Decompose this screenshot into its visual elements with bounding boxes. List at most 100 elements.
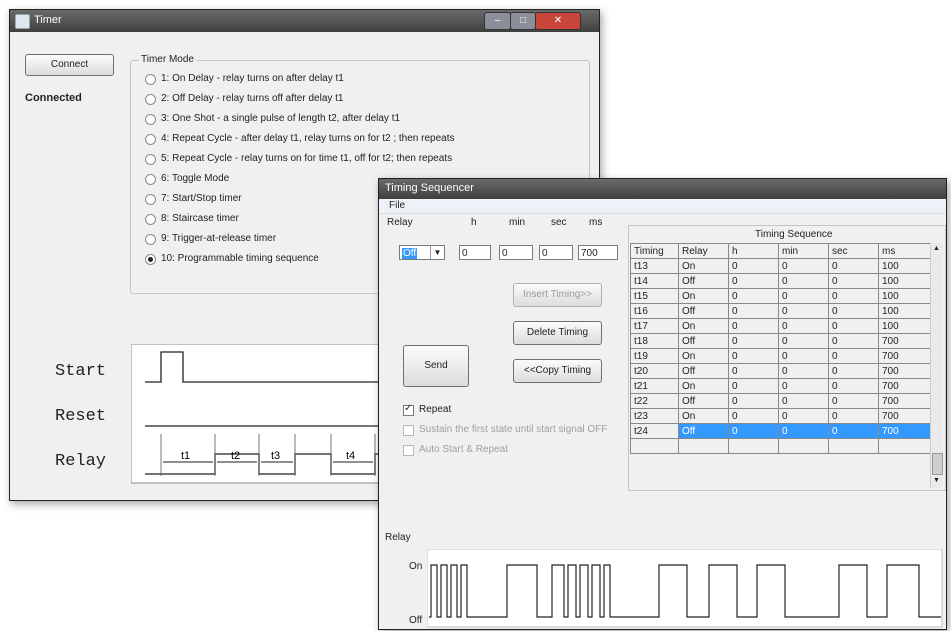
table-row[interactable]: t22 Off 0 0 0 700: [630, 393, 931, 409]
empty-cell[interactable]: [828, 438, 879, 454]
radio-button[interactable]: [145, 254, 156, 265]
table-row[interactable]: t18 Off 0 0 0 700: [630, 333, 931, 349]
table-cell[interactable]: On: [678, 378, 729, 394]
table-cell[interactable]: Off: [678, 393, 729, 409]
table-cell[interactable]: 100: [878, 318, 931, 334]
table-cell[interactable]: 0: [778, 318, 829, 334]
min-field[interactable]: 0: [499, 245, 533, 260]
table-cell[interactable]: 0: [828, 348, 879, 364]
row-header[interactable]: t17: [630, 318, 679, 334]
table-cell[interactable]: 700: [878, 363, 931, 379]
row-header[interactable]: t20: [630, 363, 679, 379]
sustain-checkbox[interactable]: [403, 425, 414, 436]
table-cell[interactable]: 100: [878, 303, 931, 319]
table-cell[interactable]: 0: [728, 423, 779, 439]
row-header[interactable]: t14: [630, 273, 679, 289]
table-cell[interactable]: 0: [828, 363, 879, 379]
table-cell[interactable]: 0: [828, 333, 879, 349]
radio-button[interactable]: [145, 174, 156, 185]
table-cell[interactable]: 0: [728, 363, 779, 379]
empty-cell[interactable]: [630, 438, 679, 454]
table-cell[interactable]: 0: [778, 363, 829, 379]
minimize-icon[interactable]: –: [484, 12, 511, 30]
radio-button[interactable]: [145, 214, 156, 225]
table-cell[interactable]: 0: [828, 393, 879, 409]
table-row[interactable]: t17 On 0 0 0 100: [630, 318, 931, 334]
table-cell[interactable]: 0: [728, 393, 779, 409]
table-cell[interactable]: 0: [828, 378, 879, 394]
table-cell[interactable]: 0: [778, 408, 829, 424]
repeat-checkbox[interactable]: [403, 403, 414, 416]
table-cell[interactable]: 700: [878, 378, 931, 394]
table-cell[interactable]: 0: [828, 423, 879, 439]
table-cell[interactable]: 100: [878, 288, 931, 304]
table-cell[interactable]: 0: [728, 348, 779, 364]
row-header[interactable]: t24: [630, 423, 679, 439]
chevron-down-icon[interactable]: ▼: [430, 246, 444, 259]
row-header[interactable]: t18: [630, 333, 679, 349]
radio-button[interactable]: [145, 114, 156, 125]
radio-button[interactable]: [145, 74, 156, 85]
table-cell[interactable]: 0: [728, 333, 779, 349]
table-scrollbar[interactable]: ▲ ▼: [930, 243, 943, 488]
row-header[interactable]: t15: [630, 288, 679, 304]
table-cell[interactable]: 0: [778, 378, 829, 394]
table-cell[interactable]: 100: [878, 258, 931, 274]
table-cell[interactable]: On: [678, 408, 729, 424]
table-cell[interactable]: 700: [878, 333, 931, 349]
empty-cell[interactable]: [678, 438, 729, 454]
menu-file[interactable]: File: [389, 200, 405, 211]
ms-field[interactable]: 700: [578, 245, 618, 260]
table-cell[interactable]: 0: [828, 303, 879, 319]
radio-button[interactable]: [145, 234, 156, 245]
table-cell[interactable]: On: [678, 258, 729, 274]
table-cell[interactable]: On: [678, 288, 729, 304]
row-header[interactable]: t16: [630, 303, 679, 319]
radio-button[interactable]: [145, 94, 156, 105]
timer-titlebar[interactable]: Timer – □ ✕: [10, 10, 599, 32]
table-cell[interactable]: 0: [728, 378, 779, 394]
table-row[interactable]: t23 On 0 0 0 700: [630, 408, 931, 424]
table-row[interactable]: t13 On 0 0 0 100: [630, 258, 931, 274]
sequencer-titlebar[interactable]: Timing Sequencer: [379, 179, 946, 199]
table-cell[interactable]: 0: [828, 258, 879, 274]
table-cell[interactable]: 0: [778, 288, 829, 304]
relay-select[interactable]: Off ▼: [399, 245, 445, 260]
maximize-icon[interactable]: □: [510, 12, 536, 30]
row-header[interactable]: t23: [630, 408, 679, 424]
table-cell[interactable]: Off: [678, 423, 729, 439]
table-cell[interactable]: 0: [828, 288, 879, 304]
row-header[interactable]: t21: [630, 378, 679, 394]
table-cell[interactable]: 0: [828, 318, 879, 334]
table-cell[interactable]: 0: [778, 393, 829, 409]
empty-row[interactable]: [630, 438, 931, 454]
table-cell[interactable]: 0: [778, 258, 829, 274]
empty-cell[interactable]: [728, 438, 779, 454]
table-cell[interactable]: 700: [878, 423, 931, 439]
table-cell[interactable]: 0: [778, 423, 829, 439]
table-cell[interactable]: Off: [678, 333, 729, 349]
empty-cell[interactable]: [778, 438, 829, 454]
table-cell[interactable]: 0: [778, 303, 829, 319]
scroll-up-icon[interactable]: ▲: [933, 245, 940, 252]
table-cell[interactable]: 0: [728, 273, 779, 289]
row-header[interactable]: t13: [630, 258, 679, 274]
table-row[interactable]: t19 On 0 0 0 700: [630, 348, 931, 364]
h-field[interactable]: 0: [459, 245, 491, 260]
scroll-thumb[interactable]: [932, 453, 943, 475]
table-cell[interactable]: 0: [778, 273, 829, 289]
auto-start-checkbox[interactable]: [403, 445, 414, 456]
sec-field[interactable]: 0: [539, 245, 573, 260]
table-cell[interactable]: 0: [728, 258, 779, 274]
table-cell[interactable]: 0: [778, 348, 829, 364]
radio-button[interactable]: [145, 134, 156, 145]
table-row[interactable]: t16 Off 0 0 0 100: [630, 303, 931, 319]
close-icon[interactable]: ✕: [535, 12, 581, 30]
connect-button[interactable]: Connect: [25, 54, 114, 76]
table-cell[interactable]: On: [678, 318, 729, 334]
table-cell[interactable]: 0: [828, 273, 879, 289]
copy-timing-button[interactable]: <<Copy Timing: [513, 359, 602, 383]
table-cell[interactable]: Off: [678, 303, 729, 319]
insert-timing-button[interactable]: Insert Timing>>: [513, 283, 602, 307]
table-row[interactable]: t14 Off 0 0 0 100: [630, 273, 931, 289]
